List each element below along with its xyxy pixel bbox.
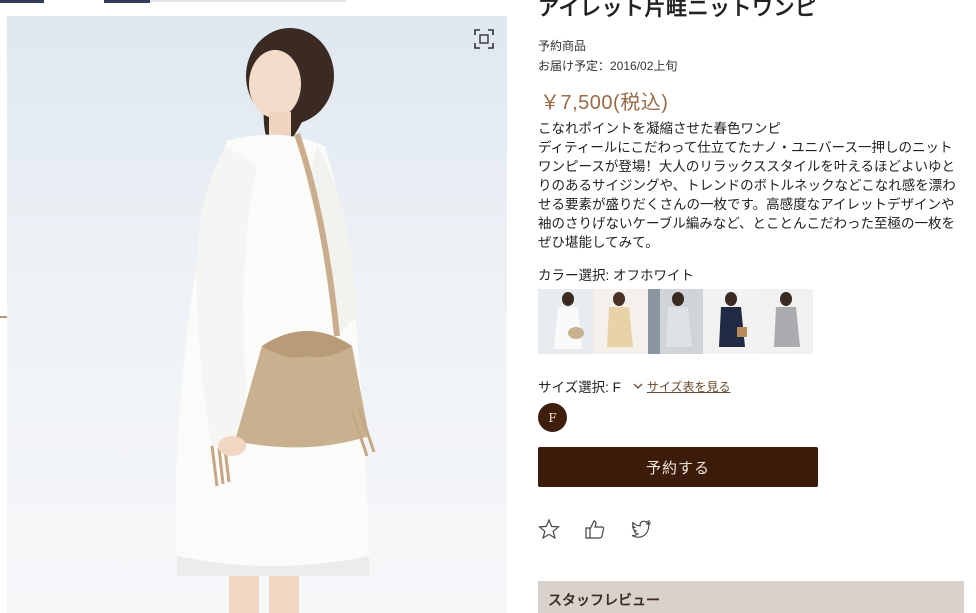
color-swatch-navy[interactable] <box>703 289 758 354</box>
chevron-down-icon <box>633 383 643 389</box>
color-select-label: カラー選択: オフホワイト <box>538 268 695 283</box>
size-guide-link-label: サイズ表を見る <box>646 379 731 394</box>
description-lead: こなれポイントを凝縮させた春色ワンピ <box>538 121 781 136</box>
color-swatch-gray[interactable] <box>758 289 813 354</box>
product-title: アイレット片畦ニットワンピ <box>538 0 817 20</box>
star-icon[interactable] <box>537 518 561 540</box>
model-photo <box>175 28 376 613</box>
action-icons <box>537 518 652 540</box>
size-select-row: サイズ選択: F サイズ表を見る <box>538 376 731 396</box>
thumbnail-strip-divider <box>150 0 346 2</box>
size-select-label: サイズ選択: F <box>538 380 621 395</box>
color-swatch-list <box>538 289 813 354</box>
reserve-button[interactable]: 予約する <box>538 447 818 487</box>
thumbnail-strip-item[interactable] <box>104 0 150 3</box>
size-guide-link[interactable]: サイズ表を見る <box>633 378 731 395</box>
twitter-icon[interactable] <box>630 518 652 540</box>
delivery-date: お届け予定：2016/02上旬 <box>538 59 678 73</box>
thumbnail-strip-item[interactable] <box>0 0 44 3</box>
size-option-f[interactable]: F <box>538 403 567 432</box>
product-description: こなれポイントを凝縮させた春色ワンピ ディティールにこだわって仕立てたナノ・ユニ… <box>538 119 962 252</box>
zoom-icon[interactable] <box>473 28 495 50</box>
preorder-tag: 予約商品 <box>538 39 587 53</box>
color-swatch-offwhite[interactable] <box>538 289 593 354</box>
description-body: ディティールにこだわって仕立てたナノ・ユニバース一押しのニットワンピースが登場！… <box>538 140 956 250</box>
staff-review-heading: スタッフレビュー <box>538 581 964 613</box>
price: ￥7,500(税込) <box>540 92 669 114</box>
color-swatch-beige[interactable] <box>593 289 648 354</box>
thumbs-up-icon[interactable] <box>584 518 606 540</box>
color-swatch-lightgray[interactable] <box>648 289 703 354</box>
main-product-image[interactable] <box>7 16 507 613</box>
